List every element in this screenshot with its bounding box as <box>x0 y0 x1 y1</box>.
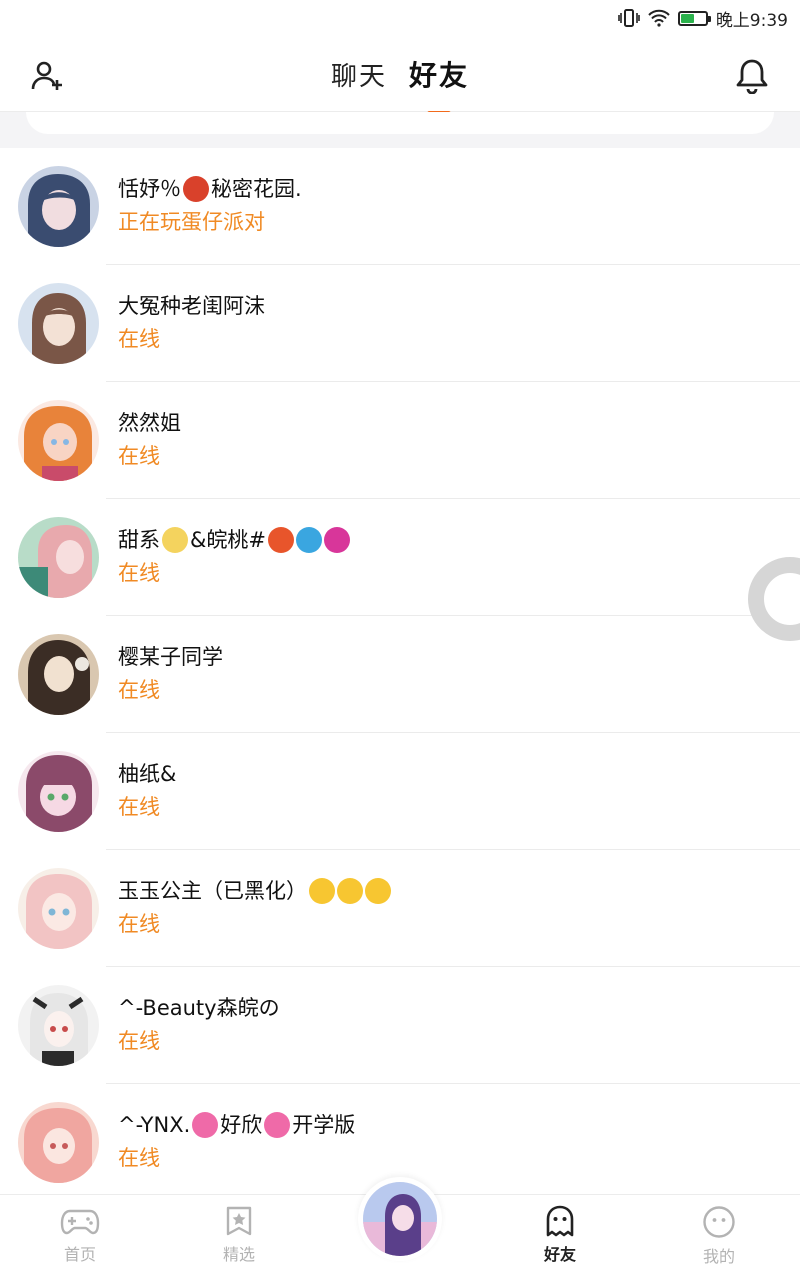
halo-smile-emoji-icon <box>309 878 335 904</box>
avatar[interactable] <box>18 517 99 598</box>
rose-emoji-icon <box>183 176 209 202</box>
droplets-emoji-icon <box>295 527 322 553</box>
friend-row[interactable]: 柚纸& 在线 <box>0 733 800 850</box>
lollipop-emoji-icon <box>264 1112 291 1138</box>
tab-chat[interactable]: 聊天 <box>331 56 387 93</box>
friend-row[interactable]: 玉玉公主（已黑化） 在线 <box>0 850 800 967</box>
zzz-emoji-icon <box>323 527 350 553</box>
friend-status: 在线 <box>118 1029 160 1053</box>
battery-icon <box>677 10 711 26</box>
friend-name: 柚纸& <box>118 762 177 786</box>
lollipop-emoji-icon <box>192 1112 219 1138</box>
vibrate-icon <box>618 9 640 27</box>
avatar[interactable] <box>18 751 99 832</box>
tab-friends[interactable]: 好友 <box>409 54 469 116</box>
nav-label: 好友 <box>544 1241 576 1265</box>
bell-icon <box>736 59 768 94</box>
avatar[interactable] <box>18 166 99 247</box>
wifi-icon <box>648 9 670 27</box>
friend-status: 在线 <box>118 561 160 585</box>
friend-name: ^-Beauty森皖の <box>118 996 280 1020</box>
avatar[interactable] <box>18 985 99 1066</box>
avatar[interactable] <box>18 634 99 715</box>
avatar[interactable] <box>18 868 99 949</box>
friend-row[interactable]: 恬妤％ 秘密花园. 正在玩蛋仔派对 <box>0 148 800 265</box>
nav-me[interactable]: 我的 <box>674 1205 764 1267</box>
nav-featured[interactable]: 精选 <box>194 1205 284 1265</box>
friend-row[interactable]: 樱某子同学 在线 <box>0 616 800 733</box>
friend-name: ^-YNX. <box>118 1113 191 1137</box>
friend-status: 在线 <box>118 1146 160 1170</box>
avatar[interactable] <box>18 400 99 481</box>
header-band <box>0 112 800 148</box>
friend-name: 樱某子同学 <box>118 645 223 669</box>
avatar[interactable] <box>18 283 99 364</box>
nav-label: 精选 <box>222 1245 255 1264</box>
friend-status: 在线 <box>118 678 160 702</box>
halo-smile-emoji-icon <box>365 878 391 904</box>
friend-name: 恬妤％ <box>118 177 181 201</box>
friend-name-suffix: 秘密花园. <box>211 177 302 201</box>
friend-name: 玉玉公主（已黑化） <box>118 879 307 903</box>
friend-name: 大冤种老闺阿沫 <box>118 294 265 318</box>
friend-status: 在线 <box>118 912 160 936</box>
friend-name: 甜系 <box>118 528 160 552</box>
friend-name-suffix: &皖桃# <box>190 528 266 552</box>
nav-home[interactable]: 首页 <box>35 1205 125 1265</box>
friend-row[interactable]: 大冤种老闺阿沫 在线 <box>0 265 800 382</box>
friend-name-suffix: 开学版 <box>292 1113 356 1137</box>
gamepad-icon <box>60 1209 100 1235</box>
center-profile-avatar[interactable] <box>358 1177 442 1261</box>
friend-row[interactable]: 甜系 &皖桃# 在线 <box>0 499 800 616</box>
friend-status: 在线 <box>118 444 160 468</box>
tulip-emoji-icon <box>267 527 294 553</box>
friend-list: 恬妤％ 秘密花园. 正在玩蛋仔派对 大冤种老闺阿沫 在线 然然姐 在线 甜系 &皖桃… <box>0 148 800 1194</box>
star-bookmark-icon <box>226 1206 252 1236</box>
friend-name-suffix: 好欣 <box>220 1113 263 1137</box>
ghost-icon <box>546 1205 574 1237</box>
bottom-nav: 首页 精选 好友 我的 <box>0 1177 800 1280</box>
friend-name: 然然姐 <box>118 411 181 435</box>
status-time: 晚上9:39 <box>715 10 788 31</box>
friend-status: 正在玩蛋仔派对 <box>118 210 265 234</box>
header-tabs: 聊天 好友 <box>0 36 800 116</box>
top-header: 聊天 好友 <box>0 36 800 116</box>
friend-row[interactable]: ^-Beauty森皖の 在线 <box>0 967 800 1084</box>
flower-emoji-icon <box>162 527 188 553</box>
face-icon <box>703 1206 735 1238</box>
nav-friends[interactable]: 好友 <box>515 1205 605 1265</box>
notification-button[interactable] <box>732 56 772 96</box>
friend-status: 在线 <box>118 327 160 351</box>
nav-label: 我的 <box>702 1247 735 1266</box>
friend-status: 在线 <box>118 795 160 819</box>
friend-row[interactable]: 然然姐 在线 <box>0 382 800 499</box>
status-bar: 晚上9:39 <box>0 0 800 36</box>
avatar[interactable] <box>18 1102 99 1183</box>
halo-smile-emoji-icon <box>337 878 363 904</box>
nav-label: 首页 <box>63 1245 96 1264</box>
